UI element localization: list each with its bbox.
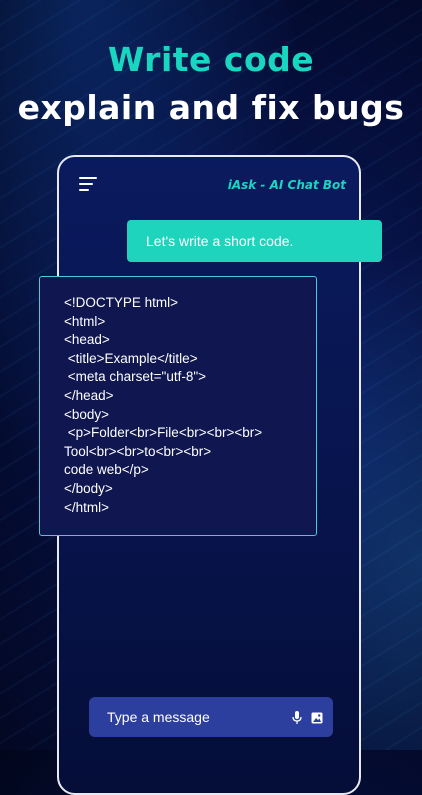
code-line: Tool<br><br>to<br><br> <box>64 443 212 459</box>
message-input[interactable]: Type a message <box>89 697 333 737</box>
user-message-text: Let's write a short code. <box>146 233 294 249</box>
code-line: </body> <box>64 480 113 496</box>
menu-icon-bar <box>79 189 89 191</box>
code-line: <head> <box>64 332 110 348</box>
image-icon[interactable] <box>311 711 323 724</box>
user-message-bubble: Let's write a short code. <box>127 220 382 262</box>
code-line: <p>Folder<br>File<br><br><br> <box>64 425 263 441</box>
code-line: <body> <box>64 406 110 422</box>
menu-icon-bar <box>79 183 93 185</box>
menu-icon-bar <box>79 177 97 179</box>
code-response-card: <!DOCTYPE html> <html> <head> <title>Exa… <box>39 276 317 536</box>
code-line: code web</p> <box>64 462 149 478</box>
code-line: </head> <box>64 387 114 403</box>
promo-headline-primary: Write code <box>107 40 315 79</box>
code-line: <title>Example</title> <box>64 350 198 366</box>
promo-headline-secondary: explain and fix bugs <box>17 88 405 127</box>
app-title: iAsk - AI Chat Bot <box>227 178 346 192</box>
message-input-placeholder: Type a message <box>107 709 210 725</box>
code-line: </html> <box>64 499 110 515</box>
code-line: <html> <box>64 313 106 329</box>
microphone-icon[interactable] <box>292 711 302 725</box>
menu-icon[interactable] <box>79 176 99 192</box>
code-line: <meta charset="utf-8"> <box>64 369 207 385</box>
code-line: <!DOCTYPE html> <box>64 295 179 310</box>
